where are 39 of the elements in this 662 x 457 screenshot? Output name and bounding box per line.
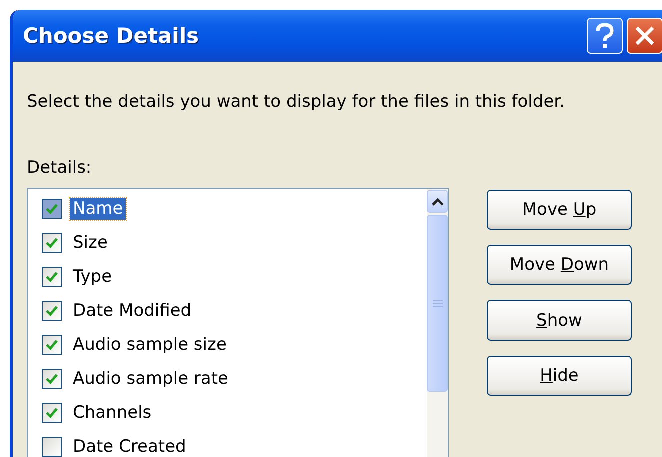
checkbox[interactable] xyxy=(42,267,62,287)
dialog-button[interactable]: Hide xyxy=(487,356,632,396)
detail-item[interactable]: Channels xyxy=(70,402,155,424)
detail-item[interactable]: Size xyxy=(70,232,111,254)
checkmark-icon xyxy=(45,270,59,284)
grip-icon xyxy=(432,298,442,308)
details-label: Details: xyxy=(27,157,93,180)
detail-item[interactable]: Type xyxy=(70,266,116,288)
checkmark-icon xyxy=(45,338,59,352)
checkbox[interactable] xyxy=(42,335,62,355)
detail-item[interactable]: Date Created xyxy=(70,436,190,457)
close-button[interactable] xyxy=(627,18,662,54)
detail-item[interactable]: Audio sample size xyxy=(70,334,230,356)
close-icon xyxy=(634,25,656,47)
checkbox[interactable] xyxy=(42,437,62,457)
instruction-text: Select the details you want to display for the files in this folder. xyxy=(27,91,566,114)
checkmark-icon xyxy=(45,406,59,420)
scroll-up-button[interactable] xyxy=(427,190,448,213)
checkmark-icon xyxy=(45,304,59,318)
help-button[interactable] xyxy=(587,18,623,54)
checkbox[interactable] xyxy=(42,403,62,423)
checkbox[interactable] xyxy=(42,199,62,219)
checkbox[interactable] xyxy=(42,369,62,389)
checkbox[interactable] xyxy=(42,233,62,253)
details-list[interactable]: Name Size Type Date Modified Audio sample size Audio sample rate Channels Date Created xyxy=(27,188,449,457)
checkmark-icon xyxy=(45,372,59,386)
detail-item[interactable]: Audio sample rate xyxy=(70,368,232,390)
checkmark-icon xyxy=(45,202,59,216)
detail-item[interactable]: Date Modified xyxy=(70,300,195,322)
scroll-thumb[interactable] xyxy=(427,215,448,392)
window-title: Choose Details xyxy=(23,24,200,48)
detail-item[interactable]: Name xyxy=(70,198,126,220)
checkmark-icon xyxy=(45,236,59,250)
checkbox[interactable] xyxy=(42,301,62,321)
scrollbar[interactable] xyxy=(427,189,448,457)
dialog-button[interactable]: Move Down xyxy=(487,245,632,285)
help-icon xyxy=(594,23,616,49)
dialog-button[interactable]: Move Up xyxy=(487,190,632,230)
dialog-button[interactable]: Show xyxy=(487,300,632,341)
